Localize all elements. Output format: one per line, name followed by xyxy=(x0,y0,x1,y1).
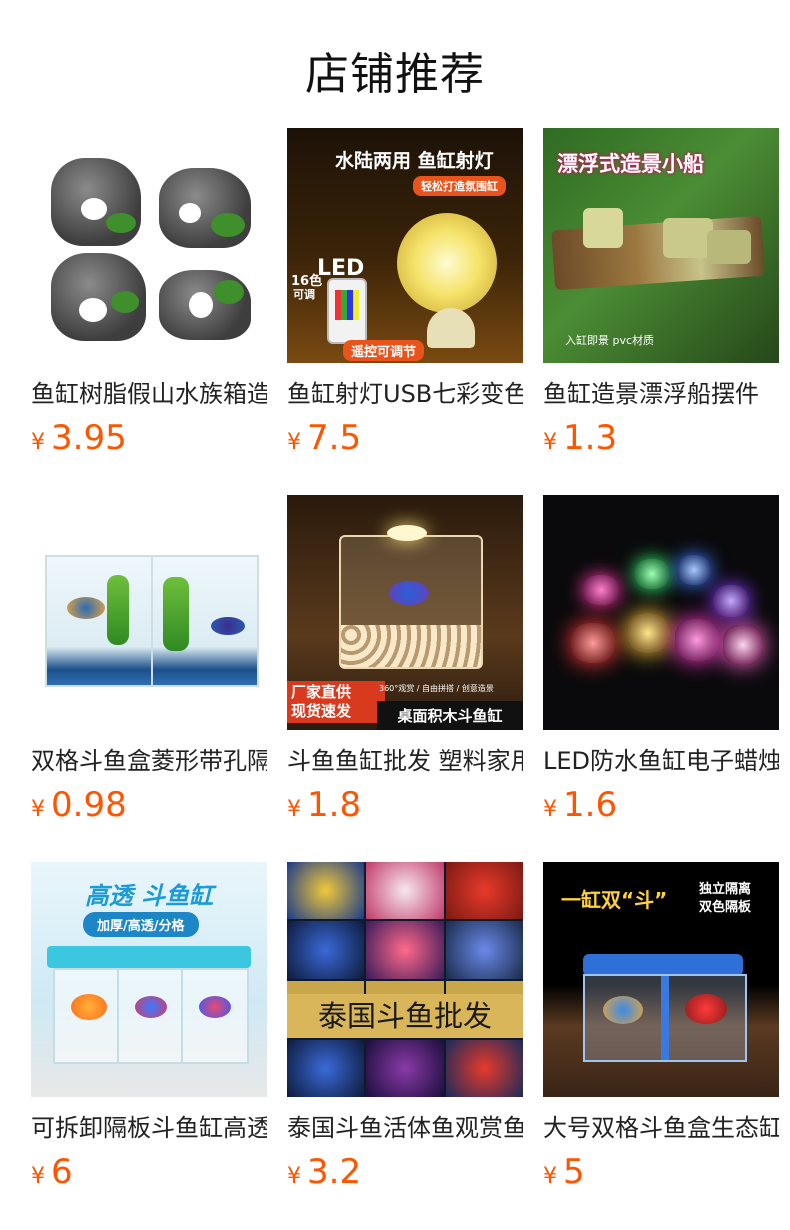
product-price: ¥1.6 xyxy=(543,785,779,831)
image-caption: 泰国斗鱼批发 xyxy=(287,994,523,1038)
image-caption: 桌面积木斗鱼缸 xyxy=(377,701,523,730)
currency-symbol: ¥ xyxy=(31,797,45,822)
product-name[interactable]: 鱼缸树脂假山水族箱造景 xyxy=(31,377,267,411)
price-value: 3.95 xyxy=(51,418,127,458)
currency-symbol: ¥ xyxy=(31,1164,45,1189)
lamp-base xyxy=(427,308,475,348)
currency-symbol: ¥ xyxy=(543,797,557,822)
image-caption: 遥控可调节 xyxy=(343,340,425,361)
product-image-twin-tank[interactable]: 一缸双“斗” 独立隔离 双色隔板 xyxy=(543,862,779,1097)
product-price: ¥6 xyxy=(31,1152,267,1198)
product-name[interactable]: 鱼缸射灯USB七彩变色 xyxy=(287,377,523,411)
product-price: ¥1.8 xyxy=(287,785,523,831)
image-caption: 入缸即景 pvc材质 xyxy=(565,334,655,347)
tank-right xyxy=(151,555,259,687)
price-value: 7.5 xyxy=(307,418,362,458)
image-caption: 独立隔离 xyxy=(699,882,752,897)
product-price: ¥7.5 xyxy=(287,418,523,464)
page-title: 店铺推荐 xyxy=(305,49,485,100)
image-caption: 可调 xyxy=(293,288,315,301)
product-price: ¥3.95 xyxy=(31,418,267,464)
product-card[interactable]: 一缸双“斗” 独立隔离 双色隔板 大号双格斗鱼盒生态缸 ¥5 xyxy=(543,862,779,1229)
product-name[interactable]: 可拆卸隔板斗鱼缸高透 xyxy=(31,1111,267,1145)
product-card[interactable]: 双格斗鱼盒菱形带孔隔离 ¥0.98 xyxy=(31,495,267,862)
currency-symbol: ¥ xyxy=(287,1164,301,1189)
product-price: ¥1.3 xyxy=(543,418,779,464)
currency-symbol: ¥ xyxy=(543,1164,557,1189)
product-image-block-tank[interactable]: 厂家直供 现货速发 360°观赏 / 自由拼搭 / 创意造景 桌面积木斗鱼缸 xyxy=(287,495,523,730)
image-caption: 加厚/高透/分格 xyxy=(83,912,199,937)
product-grid: 鱼缸树脂假山水族箱造景 ¥3.95 水陆两用 鱼缸射灯 轻松打造氛围缸 LED … xyxy=(31,128,779,1229)
image-caption: 360°观赏 / 自由拼搭 / 创意造景 xyxy=(379,684,494,693)
product-card[interactable]: 水陆两用 鱼缸射灯 轻松打造氛围缸 LED 16色 可调 遥控可调节 鱼缸射灯U… xyxy=(287,128,523,495)
product-card[interactable]: LED防水鱼缸电子蜡烛灯 ¥1.6 xyxy=(543,495,779,862)
product-image-betta-fish-grid[interactable]: 泰国斗鱼批发 xyxy=(287,862,523,1097)
product-name[interactable]: 大号双格斗鱼盒生态缸 xyxy=(543,1111,779,1145)
price-value: 6 xyxy=(51,1152,73,1192)
rock-shape xyxy=(159,168,251,248)
fish-photo-grid xyxy=(287,862,523,1097)
product-card[interactable]: 高透 斗鱼缸 加厚/高透/分格 可拆卸隔板斗鱼缸高透 ¥6 xyxy=(31,862,267,1229)
rock-shape xyxy=(51,253,146,341)
product-card[interactable]: 泰国斗鱼批发 泰国斗鱼活体鱼观赏鱼 ¥3.2 xyxy=(287,862,523,1229)
image-caption: 一缸双“斗” xyxy=(561,888,668,912)
product-card[interactable]: 厂家直供 现货速发 360°观赏 / 自由拼搭 / 创意造景 桌面积木斗鱼缸 斗… xyxy=(287,495,523,862)
product-image-led-candles[interactable] xyxy=(543,495,779,730)
image-caption: 双色隔板 xyxy=(699,900,752,915)
price-value: 1.3 xyxy=(563,418,618,458)
product-card[interactable]: 漂浮式造景小船 入缸即景 pvc材质 鱼缸造景漂浮船摆件 ¥1.3 xyxy=(543,128,779,495)
product-image-floating-boat[interactable]: 漂浮式造景小船 入缸即景 pvc材质 xyxy=(543,128,779,363)
product-price: ¥3.2 xyxy=(287,1152,523,1198)
product-image-clear-divider-tank[interactable]: 高透 斗鱼缸 加厚/高透/分格 xyxy=(31,862,267,1097)
price-value: 1.8 xyxy=(307,785,362,825)
tank-lid xyxy=(47,946,251,968)
currency-symbol: ¥ xyxy=(287,797,301,822)
product-price: ¥5 xyxy=(543,1152,779,1198)
product-name[interactable]: LED防水鱼缸电子蜡烛灯 xyxy=(543,744,779,778)
currency-symbol: ¥ xyxy=(287,430,301,455)
spotlight-lamp xyxy=(397,213,497,313)
image-caption: 水陆两用 鱼缸射灯 xyxy=(335,150,494,172)
product-image-led-spotlight[interactable]: 水陆两用 鱼缸射灯 轻松打造氛围缸 LED 16色 可调 遥控可调节 xyxy=(287,128,523,363)
product-name[interactable]: 斗鱼鱼缸批发 塑料家用 xyxy=(287,744,523,778)
product-name[interactable]: 泰国斗鱼活体鱼观赏鱼 xyxy=(287,1111,523,1145)
image-caption: 漂浮式造景小船 xyxy=(557,152,704,176)
currency-symbol: ¥ xyxy=(543,430,557,455)
product-card[interactable]: 鱼缸树脂假山水族箱造景 ¥3.95 xyxy=(31,128,267,495)
tank-left xyxy=(45,555,153,687)
rock-shape xyxy=(159,270,251,340)
product-image-double-betta-box[interactable] xyxy=(31,495,267,730)
price-value: 3.2 xyxy=(307,1152,362,1192)
tank-body xyxy=(339,535,483,669)
product-price: ¥0.98 xyxy=(31,785,267,831)
product-name[interactable]: 鱼缸造景漂浮船摆件 xyxy=(543,377,779,411)
rock-shape xyxy=(51,158,141,246)
remote-control xyxy=(327,278,367,344)
tank-body xyxy=(583,974,747,1062)
image-caption: 厂家直供 现货速发 xyxy=(287,681,385,723)
image-caption: 高透 斗鱼缸 xyxy=(84,882,214,910)
tank-lid xyxy=(583,954,743,976)
tank-body xyxy=(53,968,249,1064)
product-image-rock-ornament[interactable] xyxy=(31,128,267,363)
price-value: 0.98 xyxy=(51,785,127,825)
image-caption: 轻松打造氛围缸 xyxy=(413,176,506,196)
product-name[interactable]: 双格斗鱼盒菱形带孔隔离 xyxy=(31,744,267,778)
price-value: 5 xyxy=(563,1152,585,1192)
price-value: 1.6 xyxy=(563,785,618,825)
currency-symbol: ¥ xyxy=(31,430,45,455)
